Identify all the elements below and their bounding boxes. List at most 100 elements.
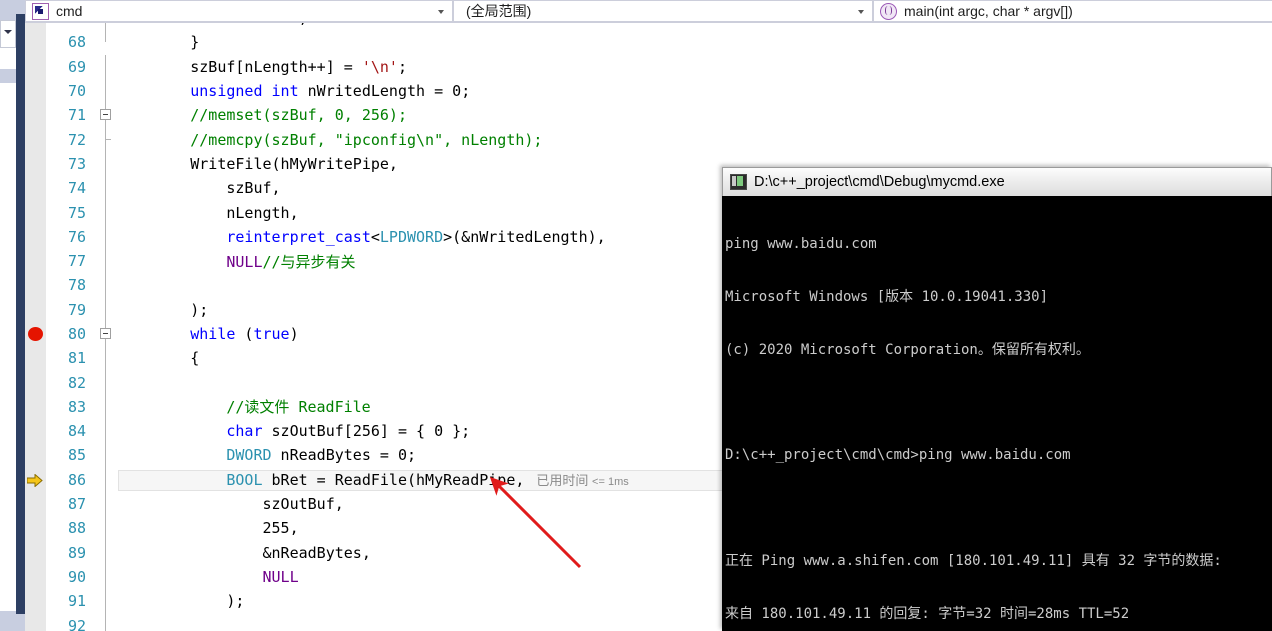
chevron-down-icon[interactable] — [438, 10, 444, 14]
line-number: 74 — [67, 179, 86, 198]
line-number: 84 — [67, 422, 86, 441]
fold-column[interactable] — [92, 370, 118, 395]
line-gutter[interactable] — [25, 443, 46, 467]
fold-column[interactable] — [92, 54, 118, 79]
line-gutter[interactable] — [25, 249, 46, 273]
fold-column[interactable] — [92, 176, 118, 201]
code-line[interactable]: 67 return 0; — [25, 23, 1272, 31]
line-gutter[interactable] — [25, 516, 46, 540]
console-output[interactable]: ping www.baidu.com Microsoft Windows [版本… — [722, 196, 1272, 631]
fold-column[interactable] — [92, 419, 118, 444]
project-selector-label: cmd — [56, 3, 83, 19]
line-number: 92 — [67, 616, 86, 631]
line-number: 87 — [67, 495, 86, 514]
collapse-region-toggle[interactable] — [100, 109, 111, 121]
fold-column[interactable] — [92, 516, 118, 541]
line-gutter[interactable] — [25, 273, 46, 297]
dock-segment-top — [0, 0, 16, 20]
line-gutter[interactable] — [25, 127, 46, 151]
fold-column[interactable] — [92, 467, 118, 492]
line-gutter[interactable] — [25, 30, 46, 54]
project-icon — [32, 2, 49, 20]
line-gutter[interactable] — [25, 419, 46, 443]
line-code: szBuf[nLength++] = '\n'; — [118, 57, 407, 76]
code-line[interactable]: 71 //memset(szBuf, 0, 256); — [25, 103, 1272, 128]
line-gutter[interactable] — [25, 298, 46, 322]
fold-column[interactable] — [92, 78, 118, 104]
member-selector-label: main(int argc, char * argv[]) — [904, 3, 1073, 19]
line-gutter[interactable] — [25, 492, 46, 516]
line-gutter[interactable] — [25, 55, 46, 79]
line-gutter[interactable] — [25, 541, 46, 565]
line-gutter[interactable] — [25, 346, 46, 370]
console-title-bar[interactable]: D:\c++_project\cmd\Debug\mycmd.exe — [722, 167, 1272, 196]
line-gutter[interactable] — [25, 79, 46, 103]
code-line[interactable]: 70 unsigned int nWritedLength = 0; — [25, 78, 1272, 104]
line-number: 90 — [67, 567, 86, 586]
fold-column[interactable] — [92, 248, 118, 274]
dock-dropdown-stub[interactable] — [0, 20, 16, 48]
line-number: 70 — [67, 82, 86, 101]
console-line: 正在 Ping www.a.shifen.com [180.101.49.11]… — [725, 552, 1222, 569]
fold-column[interactable] — [92, 23, 118, 31]
line-gutter[interactable] — [25, 23, 46, 30]
line-gutter[interactable] — [25, 370, 46, 394]
code-line[interactable]: 72 //memcpy(szBuf, "ipconfig\n", nLength… — [25, 127, 1272, 152]
line-gutter[interactable] — [25, 103, 46, 127]
fold-column[interactable] — [92, 321, 118, 347]
visual-studio-window: cmd (全局范围) main(int argc, char * argv[])… — [0, 0, 1272, 631]
project-selector-combo[interactable]: cmd — [25, 0, 453, 22]
console-line: ping www.baidu.com — [725, 236, 877, 253]
line-gutter[interactable] — [25, 565, 46, 589]
collapse-region-toggle[interactable] — [100, 327, 111, 339]
line-gutter[interactable] — [25, 225, 46, 249]
left-dock-strip[interactable] — [0, 0, 16, 631]
fold-column[interactable] — [92, 151, 118, 177]
console-window[interactable]: D:\c++_project\cmd\Debug\mycmd.exe ping … — [722, 167, 1272, 631]
fold-column[interactable] — [92, 564, 118, 590]
fold-column[interactable] — [92, 273, 118, 298]
fold-column[interactable] — [92, 127, 118, 152]
dock-segment-bottom — [0, 611, 16, 631]
fold-column[interactable] — [92, 540, 118, 565]
member-selector-combo[interactable]: main(int argc, char * argv[]) — [873, 0, 1272, 22]
line-gutter[interactable] — [25, 468, 46, 492]
code-line[interactable]: 69 szBuf[nLength++] = '\n'; — [25, 54, 1272, 79]
fold-column[interactable] — [92, 491, 118, 517]
line-code: } — [118, 33, 200, 52]
scope-selector-label: (全局范围) — [466, 3, 532, 19]
line-number: 78 — [67, 276, 86, 295]
dock-splitter[interactable] — [16, 14, 25, 614]
line-number: 71 — [67, 106, 86, 125]
fold-column[interactable] — [92, 297, 118, 322]
code-line[interactable]: 68 } — [25, 30, 1272, 54]
line-gutter[interactable] — [25, 322, 46, 346]
fold-column[interactable] — [92, 589, 118, 614]
chevron-down-icon[interactable] — [858, 10, 864, 14]
line-code: return 0; — [118, 23, 1272, 27]
fold-column[interactable] — [92, 200, 118, 225]
dock-segment-selected[interactable] — [0, 69, 16, 83]
console-line: D:\c++_project\cmd\cmd>ping www.baidu.co… — [725, 447, 1071, 464]
line-gutter[interactable] — [25, 200, 46, 224]
fold-column[interactable] — [92, 394, 118, 420]
breakpoint-icon[interactable] — [28, 326, 43, 341]
line-gutter[interactable] — [25, 152, 46, 176]
elapsed-time-adornment: 已用时间 <= 1ms — [536, 473, 629, 489]
scope-selector-combo[interactable]: (全局范围) — [453, 0, 873, 22]
line-gutter[interactable] — [25, 613, 46, 631]
fold-column[interactable] — [92, 346, 118, 371]
line-code: //memset(szBuf, 0, 256); — [190, 106, 407, 125]
fold-column[interactable] — [92, 103, 118, 128]
dock-splitter-bottom — [16, 614, 25, 631]
fold-column[interactable] — [92, 224, 118, 249]
line-gutter[interactable] — [25, 176, 46, 200]
console-line: Microsoft Windows [版本 10.0.19041.330] — [725, 288, 1049, 305]
fold-column[interactable] — [92, 613, 118, 631]
line-gutter[interactable] — [25, 395, 46, 419]
line-gutter[interactable] — [25, 589, 46, 613]
fold-column[interactable] — [92, 30, 118, 54]
fold-column[interactable] — [92, 443, 118, 468]
line-number: 89 — [67, 543, 86, 562]
